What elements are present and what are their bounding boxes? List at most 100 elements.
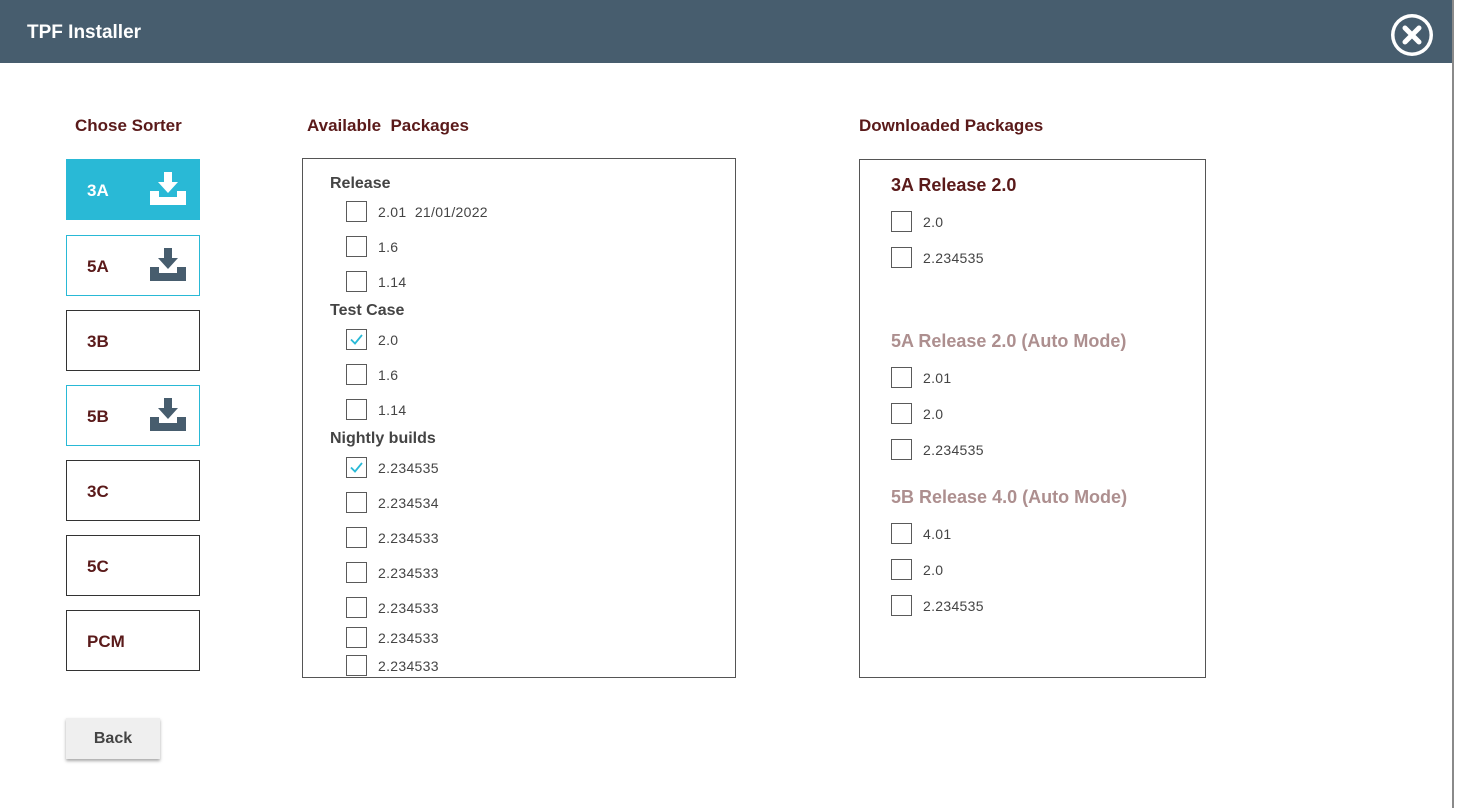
checkmark-icon <box>350 462 363 473</box>
checkbox[interactable] <box>891 367 912 388</box>
item-label: 4.01 <box>923 526 952 542</box>
item-label: 2.0 <box>378 332 399 348</box>
item-label: 2.234535 <box>378 460 439 476</box>
download-icon <box>150 398 186 431</box>
checkbox[interactable] <box>346 562 367 583</box>
item-label: 2.234533 <box>378 658 439 674</box>
download-icon-wrap <box>147 245 189 290</box>
checkbox[interactable] <box>346 627 367 648</box>
checkbox[interactable] <box>346 457 367 478</box>
checkbox[interactable] <box>891 211 912 232</box>
item-label: 2.0 <box>923 406 944 422</box>
item-label: 2.01 <box>923 370 952 386</box>
downloaded-row[interactable]: 2.0 <box>891 559 1205 581</box>
sorter-label: 3C <box>87 482 109 501</box>
window-title: TPF Installer <box>27 22 142 43</box>
downloaded-group-title: 5A Release 2.0 (Auto Mode) <box>891 331 1127 351</box>
item-label: 2.234533 <box>378 565 439 581</box>
checkbox[interactable] <box>346 399 367 420</box>
checkbox[interactable] <box>891 595 912 616</box>
download-icon <box>150 248 186 281</box>
item-label: 2.0 <box>923 214 944 230</box>
download-icon <box>150 172 186 205</box>
sorter-button-5b[interactable]: 5B <box>66 385 200 446</box>
available-packages-panel[interactable]: Release 2.01 21/01/2022 1.6 1.14 Test Case 2.… <box>302 158 736 678</box>
item-label: 2.0 <box>923 562 944 578</box>
sorter-label: PCM <box>87 632 125 651</box>
downloaded-row[interactable]: 2.234535 <box>891 247 1205 269</box>
item-label: 2.01 21/01/2022 <box>378 204 488 220</box>
item-label: 1.6 <box>378 367 399 383</box>
group-nightly: Nightly builds <box>330 430 436 447</box>
package-row[interactable]: 2.234533 <box>346 655 735 677</box>
group-release: Release <box>330 175 391 192</box>
checkbox[interactable] <box>891 523 912 544</box>
download-icon-wrap <box>147 169 189 214</box>
downloaded-row[interactable]: 4.01 <box>891 523 1205 545</box>
sorter-button-pcm[interactable]: PCM <box>66 610 200 671</box>
checkbox[interactable] <box>346 597 367 618</box>
downloaded-row[interactable]: 2.0 <box>891 211 1205 233</box>
package-row[interactable]: 2.234533 <box>346 527 735 549</box>
downloaded-group-title: 3A Release 2.0 <box>891 175 1017 195</box>
item-label: 2.234535 <box>923 250 984 266</box>
sorter-heading: Chose Sorter <box>75 116 182 135</box>
checkbox[interactable] <box>346 201 367 222</box>
checkbox[interactable] <box>346 364 367 385</box>
checkbox[interactable] <box>346 329 367 350</box>
package-row[interactable]: 1.6 <box>346 364 735 386</box>
checkmark-icon <box>350 334 363 345</box>
downloaded-group-title: 5B Release 4.0 (Auto Mode) <box>891 487 1128 507</box>
item-label: 1.6 <box>378 239 399 255</box>
item-label: 1.14 <box>378 274 407 290</box>
sorter-button-3b[interactable]: 3B <box>66 310 200 371</box>
close-button[interactable] <box>1391 14 1433 56</box>
downloaded-row[interactable]: 2.234535 <box>891 439 1205 461</box>
checkbox[interactable] <box>891 559 912 580</box>
item-label: 2.234534 <box>378 495 439 511</box>
available-heading: Available Packages <box>307 116 469 135</box>
item-label: 2.234535 <box>923 442 984 458</box>
sorter-label: 5B <box>87 407 109 426</box>
downloaded-row[interactable]: 2.0 <box>891 403 1205 425</box>
sorter-button-5c[interactable]: 5C <box>66 535 200 596</box>
checkbox[interactable] <box>891 403 912 424</box>
sorter-label: 5C <box>87 557 109 576</box>
checkbox[interactable] <box>891 439 912 460</box>
sorter-label: 3A <box>87 181 109 200</box>
package-row[interactable]: 1.6 <box>346 236 735 258</box>
downloaded-row[interactable]: 2.234535 <box>891 595 1205 617</box>
package-row[interactable]: 2.01 21/01/2022 <box>346 201 735 223</box>
item-label: 2.234533 <box>378 530 439 546</box>
package-row[interactable]: 2.234533 <box>346 562 735 584</box>
checkbox[interactable] <box>346 492 367 513</box>
item-label: 2.234533 <box>378 630 439 646</box>
back-button[interactable]: Back <box>66 718 160 759</box>
item-label: 1.14 <box>378 402 407 418</box>
checkbox[interactable] <box>346 527 367 548</box>
checkbox[interactable] <box>346 655 367 676</box>
downloaded-row[interactable]: 2.01 <box>891 367 1205 389</box>
sorter-label: 3B <box>87 332 109 351</box>
item-label: 2.234533 <box>378 600 439 616</box>
package-row[interactable]: 1.14 <box>346 399 735 421</box>
package-row[interactable]: 2.0 <box>346 329 735 351</box>
package-row[interactable]: 2.234533 <box>346 597 735 619</box>
sorter-button-5a[interactable]: 5A <box>66 235 200 296</box>
package-row[interactable]: 1.14 <box>346 271 735 293</box>
sorter-button-3a[interactable]: 3A <box>66 159 200 220</box>
download-icon-wrap <box>147 395 189 440</box>
package-row[interactable]: 2.234534 <box>346 492 735 514</box>
window-edge <box>1452 0 1454 808</box>
package-row[interactable]: 2.234535 <box>346 457 735 479</box>
checkbox[interactable] <box>346 236 367 257</box>
sorter-label: 5A <box>87 257 109 276</box>
checkbox[interactable] <box>346 271 367 292</box>
package-row[interactable]: 2.234533 <box>346 627 735 649</box>
downloaded-packages-panel[interactable]: 3A Release 2.0 2.0 2.234535 5A Release 2.0 … <box>859 159 1206 678</box>
close-circle-icon <box>1394 17 1430 53</box>
item-label: 2.234535 <box>923 598 984 614</box>
checkbox[interactable] <box>891 247 912 268</box>
sorter-button-3c[interactable]: 3C <box>66 460 200 521</box>
downloaded-heading: Downloaded Packages <box>859 116 1044 135</box>
